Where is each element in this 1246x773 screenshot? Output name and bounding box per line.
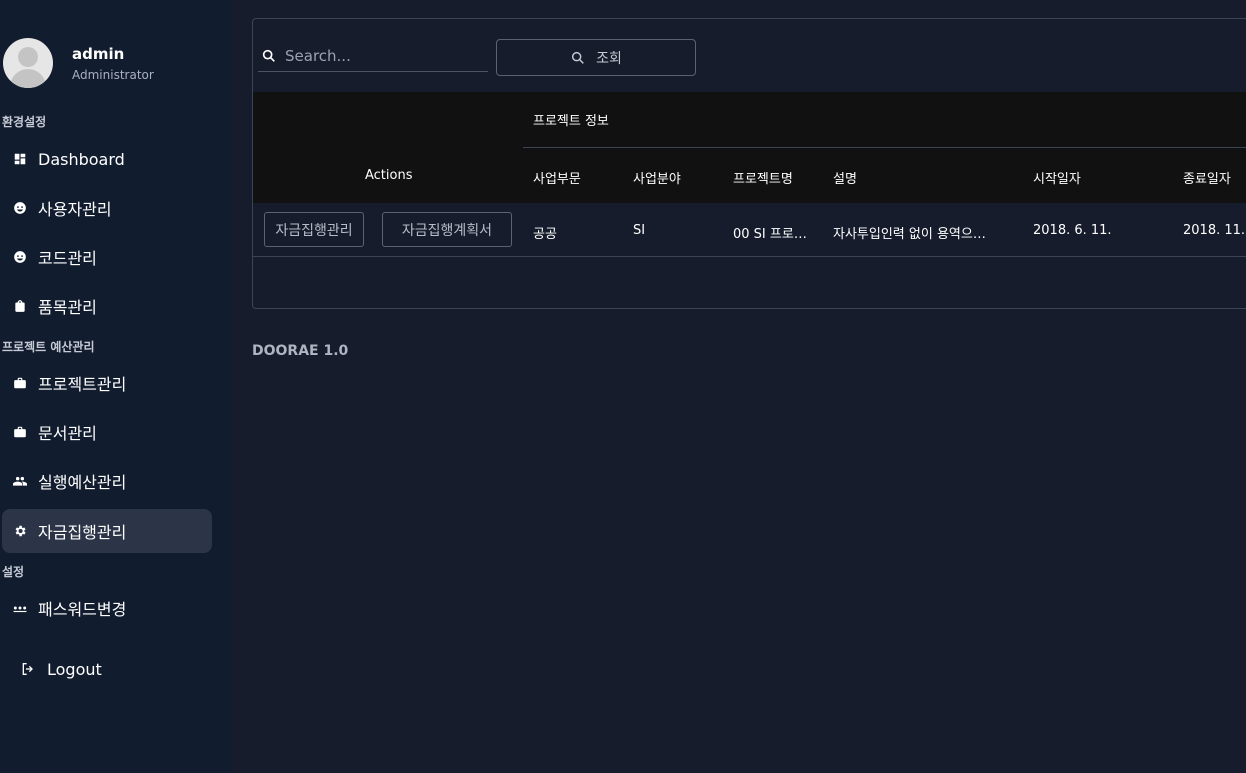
column-header-division[interactable]: 사업부문 bbox=[533, 168, 581, 187]
project-table-panel: 조회 프로젝트 정보 Actions 사업부문 사업분야 프로젝트명 설명 시작… bbox=[252, 18, 1246, 309]
sidebar-item-dashboard[interactable]: Dashboard bbox=[2, 137, 212, 181]
cell-start-date: 2018. 6. 11. bbox=[1033, 223, 1112, 238]
column-header-start-date[interactable]: 시작일자 bbox=[1033, 168, 1081, 187]
cell-project-name: 00 SI 프로… bbox=[733, 227, 807, 242]
query-button[interactable]: 조회 bbox=[496, 39, 696, 76]
table-header: 프로젝트 정보 Actions 사업부문 사업분야 프로젝트명 설명 시작일자 … bbox=[253, 92, 1246, 203]
user-name: admin bbox=[72, 45, 125, 63]
dashboard-icon bbox=[12, 151, 28, 167]
group-header-project-info: 프로젝트 정보 bbox=[533, 114, 609, 129]
search-icon bbox=[572, 51, 584, 64]
people-icon bbox=[12, 473, 28, 489]
cell-field: SI bbox=[633, 223, 646, 238]
sidebar-item-project-management[interactable]: 프로젝트관리 bbox=[2, 361, 212, 405]
face-icon bbox=[12, 249, 28, 265]
password-dots-icon bbox=[12, 600, 28, 616]
sidebar-item-label: 코드관리 bbox=[38, 249, 97, 268]
sidebar-item-item-management[interactable]: 품목관리 bbox=[2, 284, 212, 328]
sidebar-item-label: 실행예산관리 bbox=[38, 473, 127, 492]
face-icon bbox=[12, 200, 28, 216]
cell-division: 공공 bbox=[533, 227, 557, 242]
user-role: Administrator bbox=[72, 68, 154, 82]
sidebar-item-execution-budget[interactable]: 실행예산관리 bbox=[2, 459, 212, 503]
query-button-label: 조회 bbox=[596, 50, 622, 67]
fund-execution-plan-button[interactable]: 자금집행계획서 bbox=[382, 212, 512, 247]
sidebar-item-document-management[interactable]: 문서관리 bbox=[2, 410, 212, 454]
group-divider bbox=[523, 147, 1246, 148]
section-title-project-budget: 프로젝트 예산관리 bbox=[2, 340, 95, 354]
column-header-project-name[interactable]: 프로젝트명 bbox=[733, 168, 793, 187]
sidebar-item-label: Dashboard bbox=[38, 149, 125, 169]
search-input[interactable] bbox=[283, 46, 477, 66]
cell-description: 자사투입인력 없이 용역으… bbox=[833, 227, 986, 242]
logout-icon bbox=[22, 663, 33, 675]
sidebar-item-label: 패스워드변경 bbox=[38, 600, 127, 619]
column-header-actions: Actions bbox=[365, 168, 413, 183]
briefcase-icon bbox=[12, 424, 28, 440]
cell-end-date: 2018. 11. bbox=[1183, 223, 1246, 238]
section-title-settings-env: 환경설정 bbox=[2, 115, 47, 129]
sidebar-item-change-password[interactable]: 패스워드변경 bbox=[2, 586, 212, 630]
column-header-description[interactable]: 설명 bbox=[833, 168, 857, 187]
sidebar: admin Administrator 환경설정 Dashboard 사용자관리… bbox=[0, 0, 232, 773]
sidebar-item-label: 프로젝트관리 bbox=[38, 375, 127, 394]
logout-button[interactable]: Logout bbox=[20, 656, 102, 682]
sidebar-item-label: 사용자관리 bbox=[38, 200, 112, 219]
footer-brand: DOORAE 1.0 bbox=[252, 343, 349, 359]
search-icon bbox=[262, 49, 275, 62]
search-field[interactable] bbox=[258, 41, 488, 72]
shopping-bag-icon bbox=[12, 298, 28, 314]
table-row: 자금집행관리 자금집행계획서 공공 SI 00 SI 프로… 자사투입인력 없이… bbox=[253, 204, 1246, 257]
gear-icon bbox=[12, 523, 28, 539]
section-title-settings: 설정 bbox=[2, 565, 25, 579]
sidebar-item-label: 품목관리 bbox=[38, 298, 97, 317]
sidebar-item-code-management[interactable]: 코드관리 bbox=[2, 235, 212, 279]
sidebar-item-label: 문서관리 bbox=[38, 424, 97, 443]
sidebar-item-user-management[interactable]: 사용자관리 bbox=[2, 186, 212, 230]
column-header-field[interactable]: 사업분야 bbox=[633, 168, 681, 187]
briefcase-icon bbox=[12, 375, 28, 391]
sidebar-item-fund-execution[interactable]: 자금집행관리 bbox=[2, 509, 212, 553]
column-header-end-date[interactable]: 종료일자 bbox=[1183, 168, 1231, 187]
avatar bbox=[3, 38, 53, 88]
user-profile: admin Administrator bbox=[3, 38, 223, 88]
fund-execution-button[interactable]: 자금집행관리 bbox=[264, 212, 364, 247]
sidebar-item-label: 자금집행관리 bbox=[38, 523, 127, 542]
logout-label: Logout bbox=[47, 659, 102, 679]
